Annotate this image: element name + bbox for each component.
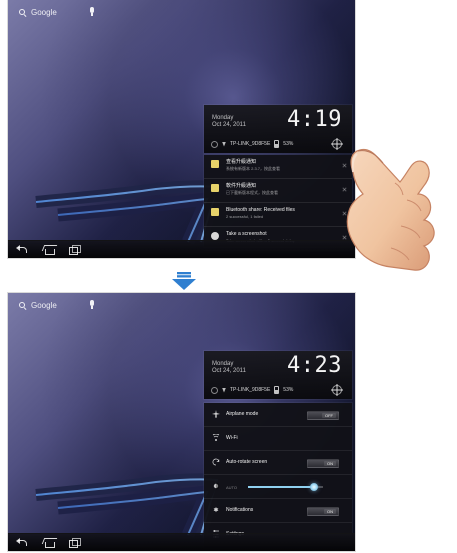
airplane-mode-row[interactable]: Airplane mode OFF [204, 403, 352, 427]
navigation-bar [8, 533, 355, 551]
search-icon[interactable] [18, 8, 27, 17]
search-widget[interactable]: Google [18, 300, 95, 310]
recent-apps-icon[interactable] [68, 245, 81, 255]
settings-toggle-icon[interactable] [332, 384, 342, 396]
notification-item[interactable]: 查看升級通知 系統有新版本 2.3.7，按此查看 [204, 155, 352, 179]
navigation-icons [16, 538, 81, 548]
notification-title: 軟件升級通知 [226, 183, 257, 189]
wifi-status-icon [222, 387, 226, 393]
microphone-icon[interactable] [89, 7, 95, 17]
airplane-mode-toggle[interactable]: OFF [307, 411, 339, 420]
setting-label: Airplane mode [226, 411, 259, 417]
status-day: Monday [212, 115, 234, 121]
notification-subtitle: 系統有新版本 2.3.7，按此查看 [226, 166, 281, 171]
toggle-state: OFF [322, 413, 336, 418]
status-mode-icon [211, 140, 218, 148]
status-date: Monday Oct 24, 2011 [212, 115, 246, 129]
notification-item[interactable]: 軟件升級通知 已下載新版本程式，按此查看 [204, 179, 352, 203]
home-icon[interactable] [42, 538, 56, 548]
toggle-state: ON [324, 509, 336, 514]
wifi-icon [212, 434, 220, 441]
download-icon [211, 208, 219, 216]
notifications-toggle[interactable]: ON [307, 507, 339, 516]
rotate-icon [212, 458, 220, 466]
status-panel-bottom: Monday Oct 24, 2011 4:23 TP-LINK_9D8F5E … [204, 351, 352, 399]
navigation-icons [16, 245, 81, 255]
battery-level: 53% [283, 387, 294, 393]
status-row: TP-LINK_9D8F5E 53% [211, 386, 293, 394]
notification-bell-icon [213, 507, 219, 513]
status-date: Monday Oct 24, 2011 [212, 361, 246, 375]
brightness-row[interactable]: AUTO [204, 475, 352, 499]
status-row: TP-LINK_9D8F5E 53% [211, 140, 293, 148]
status-time: 4:19 [287, 107, 342, 132]
notifications-panel: 查看升級通知 系統有新版本 2.3.7，按此查看 軟件升級通知 已下載新版本程式… [204, 155, 352, 251]
battery-level: 53% [283, 141, 294, 147]
status-date-text: Oct 24, 2011 [212, 368, 246, 374]
setting-label: Auto-rotate screen [226, 459, 268, 465]
brightness-slider-knob[interactable] [310, 483, 318, 491]
wifi-network-name: TP-LINK_9D8F5E [230, 141, 271, 147]
recent-apps-icon[interactable] [68, 538, 81, 548]
notification-item[interactable]: Bluetooth share: Received files 2 succes… [204, 203, 352, 227]
setting-label: Wi-Fi [226, 435, 238, 441]
wifi-status-icon [222, 141, 226, 147]
brightness-icon [213, 482, 220, 490]
auto-rotate-row[interactable]: Auto-rotate screen ON [204, 451, 352, 475]
status-time: 4:23 [287, 353, 342, 378]
hand-illustration [346, 148, 435, 271]
status-day: Monday [212, 361, 234, 367]
notifications-row[interactable]: Notifications ON [204, 499, 352, 523]
notification-title: Take a screenshot [226, 231, 267, 237]
brightness-slider-fill [248, 486, 314, 488]
search-icon[interactable] [18, 301, 27, 310]
airplane-icon [212, 410, 220, 418]
camera-icon [211, 232, 219, 240]
tutorial-page: Google Monday Oct 24, 2011 4:19 TP-LINK_… [0, 0, 457, 553]
brightness-slider-track[interactable] [248, 483, 323, 491]
battery-icon [274, 140, 280, 148]
auto-rotate-toggle[interactable]: ON [307, 459, 339, 468]
navigation-bar [8, 240, 355, 258]
notification-title: Bluetooth share: Received files [226, 207, 295, 213]
tablet-screen-after: Google Monday Oct 24, 2011 4:23 TP-LINK_… [8, 293, 355, 551]
back-icon[interactable] [16, 245, 30, 255]
search-label[interactable]: Google [31, 301, 57, 310]
wifi-network-name: TP-LINK_9D8F5E [230, 387, 271, 393]
status-panel-top: Monday Oct 24, 2011 4:19 TP-LINK_9D8F5E … [204, 105, 352, 153]
status-date-text: Oct 24, 2011 [212, 122, 246, 128]
quick-settings-panel: Airplane mode OFF Wi-Fi Auto-rotate scre… [204, 403, 352, 548]
microphone-icon[interactable] [89, 300, 95, 310]
battery-icon [274, 386, 280, 394]
down-arrow-icon [172, 272, 196, 290]
toggle-state: ON [324, 461, 336, 466]
document-icon [211, 160, 219, 168]
notification-subtitle: 2 successful, 1 failed [226, 214, 264, 219]
status-mode-icon [211, 386, 218, 394]
back-icon[interactable] [16, 538, 30, 548]
document-icon [211, 184, 219, 192]
wifi-row[interactable]: Wi-Fi [204, 427, 352, 451]
search-widget[interactable]: Google [18, 7, 95, 17]
notification-title: 查看升級通知 [226, 159, 257, 165]
setting-label: Notifications [226, 507, 254, 513]
notification-subtitle: 已下載新版本程式，按此查看 [226, 190, 278, 195]
home-icon[interactable] [42, 245, 56, 255]
search-label[interactable]: Google [31, 8, 57, 17]
brightness-auto-label: AUTO [226, 485, 238, 490]
tablet-screen-before: Google Monday Oct 24, 2011 4:19 TP-LINK_… [8, 0, 355, 258]
